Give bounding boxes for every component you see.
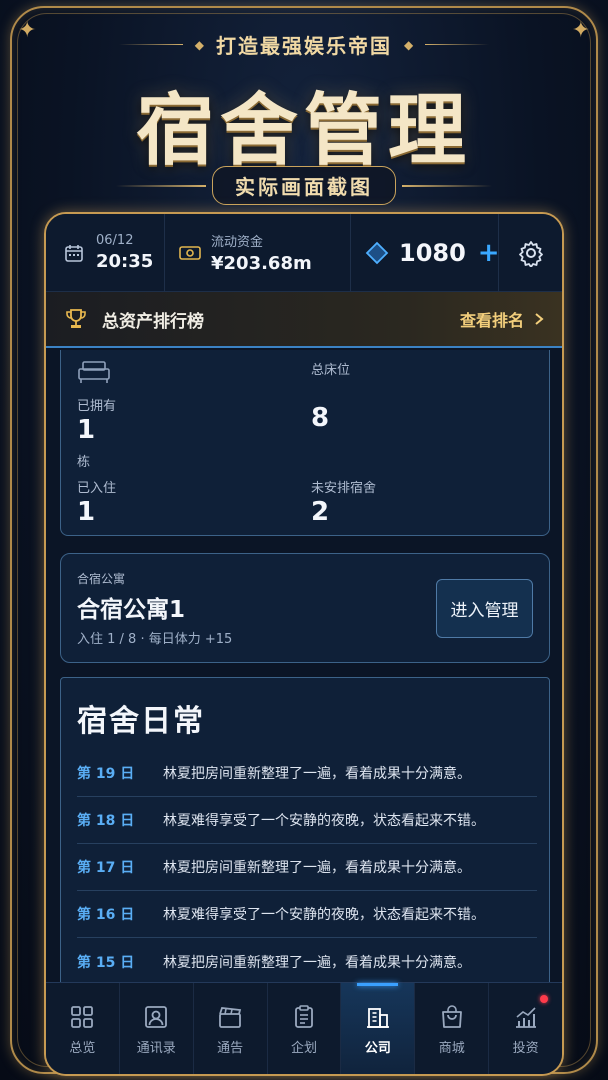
tab-planning[interactable]: 企划 — [268, 983, 342, 1074]
add-gems-button[interactable]: + — [478, 238, 500, 268]
clapper-icon — [217, 1004, 243, 1030]
slogan-row: ◆ 打造最强娱乐帝国 ◆ — [0, 30, 608, 59]
dorm-stats-card: 总床位 已拥有 1 8 栋 已入住 未安排宿舍 1 2 — [60, 350, 550, 536]
resident-value: 1 — [77, 497, 96, 527]
dorm-meta: 入住 1 / 8 · 每日体力 +15 — [77, 632, 233, 647]
bed-icon — [77, 357, 111, 385]
log-row: 第 18 日 林夏难得享受了一个安静的夜晚，状态看起来不错。 — [77, 797, 537, 844]
log-text: 林夏把房间重新整理了一遍，看着成果十分满意。 — [163, 766, 471, 782]
gems-value: 1080 — [399, 238, 466, 267]
time-text: 20:35 — [96, 251, 154, 272]
log-text: 林夏把房间重新整理了一遍，看着成果十分满意。 — [163, 954, 471, 971]
total-beds-label: 总床位 — [311, 363, 351, 378]
tab-label: 通讯录 — [136, 1040, 176, 1056]
leaderboard-title: 总资产排行榜 — [102, 311, 204, 332]
tab-label: 通告 — [217, 1040, 244, 1056]
log-text: 林夏难得享受了一个安静的夜晚，状态看起来不错。 — [163, 813, 485, 829]
banner-title: 宿舍管理 — [135, 85, 472, 176]
enter-manage-button[interactable]: 进入管理 — [436, 579, 533, 638]
unassigned-label: 未安排宿舍 — [311, 481, 377, 496]
trophy-icon — [64, 307, 88, 331]
log-day: 第 18 日 — [77, 813, 135, 829]
view-ranking-link[interactable]: 查看排名 — [460, 307, 544, 331]
gear-icon — [517, 239, 545, 267]
tab-label: 商城 — [438, 1040, 465, 1056]
tab-contacts[interactable]: 通讯录 — [120, 983, 194, 1074]
date-block: 06/12 20:35 — [46, 214, 164, 292]
daily-title: 宿舍日常 — [77, 704, 205, 739]
notification-badge — [540, 995, 549, 1003]
tab-invest[interactable]: 投资 — [489, 983, 562, 1074]
log-row: 第 17 日 林夏把房间重新整理了一遍，看着成果十分满意。 — [77, 844, 537, 891]
log-day: 第 19 日 — [77, 766, 135, 782]
log-row: 第 19 日 林夏把房间重新整理了一遍，看着成果十分满意。 — [77, 750, 537, 797]
chevron-right-icon — [534, 312, 544, 326]
tab-label: 公司 — [364, 1040, 391, 1056]
log-day: 第 15 日 — [77, 954, 135, 971]
tab-shop[interactable]: 商城 — [415, 983, 490, 1074]
money-block: 流动资金 ¥203.68m — [164, 214, 350, 292]
status-bar: 06/12 20:35 流动资金 ¥203.68m 1080 + — [46, 214, 562, 292]
leaderboard-bar[interactable]: 总资产排行榜 查看排名 — [46, 292, 562, 348]
divider — [402, 184, 492, 187]
divider — [118, 44, 183, 45]
chart-icon — [513, 1004, 539, 1030]
settings-button[interactable] — [498, 214, 562, 292]
total-beds-value: 8 — [311, 403, 330, 433]
log-text: 林夏把房间重新整理了一遍，看着成果十分满意。 — [163, 860, 471, 876]
dorm-category: 合宿公寓 — [77, 572, 126, 586]
divider — [425, 44, 490, 45]
diamond-icon — [365, 241, 389, 265]
log-text: 林夏难得享受了一个安静的夜晚，状态看起来不错。 — [163, 907, 485, 923]
divider — [116, 184, 206, 187]
daily-log-list: 第 19 日 林夏把房间重新整理了一遍，看着成果十分满意。 第 18 日 林夏难… — [77, 750, 537, 982]
diamond-icon: ◆ — [194, 37, 204, 52]
owned-label: 已拥有 — [77, 399, 117, 414]
tab-announcements[interactable]: 通告 — [194, 983, 268, 1074]
promo-banner: ◆ 打造最强娱乐帝国 ◆ 宿舍管理 实际画面截图 — [0, 0, 608, 210]
unassigned-value: 2 — [311, 497, 330, 527]
dorm-daily-card: 宿舍日常 第 19 日 林夏把房间重新整理了一遍，看着成果十分满意。 第 18 … — [60, 677, 550, 982]
content-scroll[interactable]: 总床位 已拥有 1 8 栋 已入住 未安排宿舍 1 2 合宿公寓 合宿公寓1 入… — [46, 350, 562, 982]
calendar-icon — [64, 243, 84, 263]
building-icon — [365, 1004, 391, 1030]
dorm-name: 合宿公寓1 — [77, 597, 186, 623]
tab-company[interactable]: 公司 — [341, 983, 416, 1074]
gems-block[interactable]: 1080 + — [350, 214, 500, 292]
contacts-icon — [143, 1004, 169, 1030]
dorm-card: 合宿公寓 合宿公寓1 入住 1 / 8 · 每日体力 +15 进入管理 — [60, 553, 550, 663]
app-screen: 06/12 20:35 流动资金 ¥203.68m 1080 + 总资产排行榜 … — [44, 212, 564, 1076]
owned-value: 1 — [77, 415, 96, 445]
tab-label: 总览 — [69, 1040, 96, 1056]
money-value: ¥203.68m — [211, 253, 312, 274]
clipboard-icon — [291, 1004, 317, 1030]
resident-label: 已入住 — [77, 481, 117, 496]
log-row: 第 16 日 林夏难得享受了一个安静的夜晚，状态看起来不错。 — [77, 891, 537, 938]
log-row: 第 15 日 林夏把房间重新整理了一遍，看着成果十分满意。 — [77, 938, 537, 982]
grid-icon — [69, 1004, 95, 1030]
log-day: 第 17 日 — [77, 860, 135, 876]
subtitle-row: 实际画面截图 — [0, 166, 608, 205]
tab-label: 投资 — [512, 1040, 539, 1056]
tab-overview[interactable]: 总览 — [46, 983, 120, 1074]
date-text: 06/12 — [96, 233, 134, 248]
tab-label: 企划 — [291, 1040, 318, 1056]
owned-unit: 栋 — [77, 455, 91, 470]
money-label: 流动资金 — [211, 235, 264, 250]
log-day: 第 16 日 — [77, 907, 135, 923]
view-ranking-label: 查看排名 — [459, 311, 524, 330]
diamond-icon: ◆ — [404, 37, 414, 52]
shopping-bag-icon — [439, 1004, 465, 1030]
banner-subtitle: 实际画面截图 — [212, 166, 396, 205]
slogan: 打造最强娱乐帝国 — [216, 34, 392, 58]
bottom-tab-bar: 总览 通讯录 通告 企划 公司 商城 投资 — [46, 982, 562, 1074]
cash-icon — [179, 245, 201, 261]
